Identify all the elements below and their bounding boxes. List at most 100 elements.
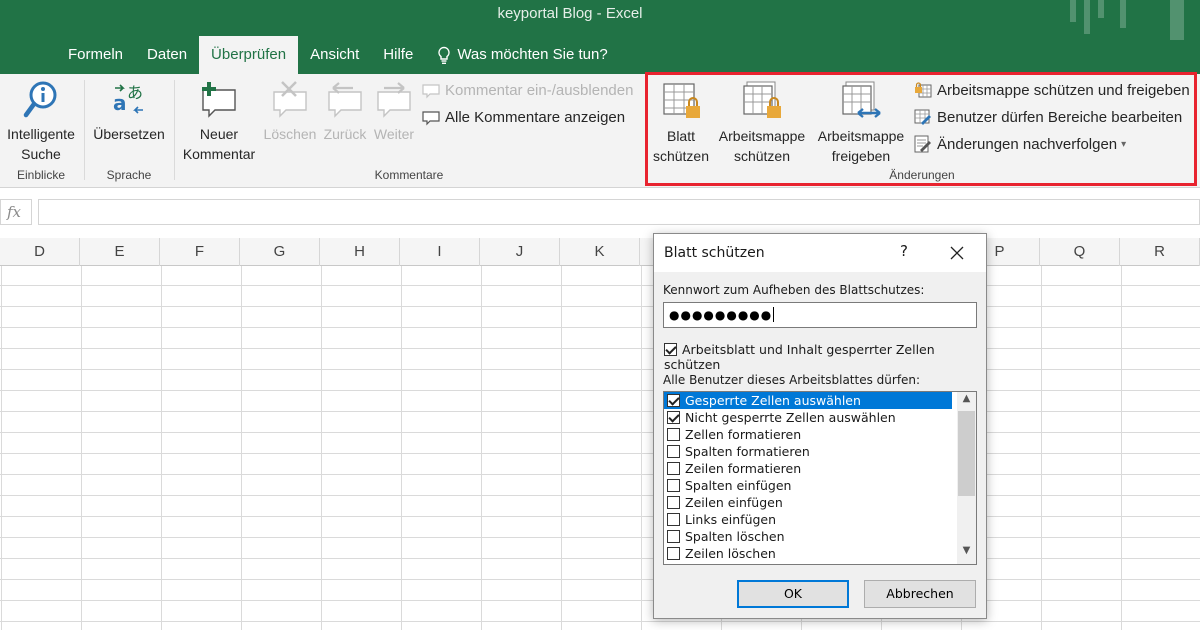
column-header[interactable]: D [0, 238, 80, 266]
tab-daten[interactable]: Daten [135, 36, 199, 74]
list-item-label: Nicht gesperrte Zellen auswählen [685, 410, 896, 425]
list-item[interactable]: Zeilen formatieren [664, 460, 952, 477]
scroll-down-icon[interactable]: ▼ [957, 545, 976, 562]
tab-ueberpruefen[interactable]: Überprüfen [199, 36, 299, 74]
translate-icon: a あ [113, 83, 143, 115]
checkbox[interactable] [667, 496, 680, 509]
fx-icon[interactable]: fx [0, 199, 32, 225]
dialog-title: Blatt schützen [664, 245, 765, 261]
group-label-kommentare: Kommentare [374, 168, 444, 182]
show-hide-comment-button[interactable]: Kommentar ein-/ausblenden [422, 82, 633, 99]
group-separator [174, 80, 175, 180]
protect-contents-checkbox[interactable]: Arbeitsblatt und Inhalt gesperrter Zelle… [664, 342, 986, 372]
list-item-label: Zeilen löschen [685, 546, 776, 561]
list-item[interactable]: Links einfügen [664, 511, 952, 528]
column-header[interactable]: K [560, 238, 640, 266]
text-cursor [773, 307, 775, 322]
delete-comment-button[interactable]: Löschen [260, 80, 320, 144]
list-item[interactable]: Gesperrte Zellen auswählen [664, 392, 952, 409]
list-item[interactable]: Nicht gesperrte Zellen auswählen [664, 409, 952, 426]
next-comment-button[interactable]: Weiter [370, 80, 418, 144]
column-header[interactable]: H [320, 238, 400, 266]
permissions-label: Alle Benutzer dieses Arbeitsblattes dürf… [663, 373, 921, 387]
translate-label: Übersetzen [93, 126, 165, 142]
list-item-label: Zeilen einfügen [685, 495, 783, 510]
window-title: keyportal Blog - Excel [497, 5, 643, 22]
formula-input[interactable] [38, 199, 1200, 225]
checkbox[interactable] [667, 411, 680, 424]
list-item-label: Links einfügen [685, 512, 777, 527]
protect-contents-label: Arbeitsblatt und Inhalt gesperrter Zelle… [664, 342, 935, 372]
new-comment-button[interactable]: Neuer Kommentar [178, 80, 260, 164]
checkbox[interactable] [667, 428, 680, 441]
column-header[interactable]: R [1120, 238, 1200, 266]
show-all-comments-button[interactable]: Alle Kommentare anzeigen [422, 109, 625, 126]
previous-comment-icon [328, 82, 362, 118]
cancel-button[interactable]: Abbrechen [864, 580, 976, 608]
next-comment-label: Weiter [373, 126, 415, 142]
permissions-list[interactable]: Gesperrte Zellen auswählen Nicht gesperr… [663, 391, 977, 565]
tell-me-label: Was möchten Sie tun? [457, 46, 608, 63]
new-comment-label-2: Kommentar [182, 146, 256, 162]
column-header[interactable]: G [240, 238, 320, 266]
scroll-up-icon[interactable]: ▲ [957, 393, 976, 410]
show-all-comments-label: Alle Kommentare anzeigen [445, 109, 626, 126]
list-item-label: Zellen formatieren [685, 427, 802, 442]
list-item-label: Gesperrte Zellen auswählen [685, 393, 861, 408]
tab-ansicht[interactable]: Ansicht [298, 36, 371, 74]
list-item-label: Spalten löschen [685, 529, 785, 544]
column-header[interactable]: J [480, 238, 560, 266]
list-item[interactable]: Zeilen einfügen [664, 494, 952, 511]
checkbox[interactable] [667, 530, 680, 543]
protect-sheet-dialog: Blatt schützen ? Kennwort zum Aufheben d… [653, 233, 987, 619]
group-separator [84, 80, 85, 180]
scrollbar-thumb[interactable] [958, 411, 975, 496]
tell-me-box[interactable]: Was möchten Sie tun? [425, 36, 619, 74]
scrollbar[interactable]: ▲ ▼ [957, 392, 976, 564]
previous-comment-button[interactable]: Zurück [320, 80, 370, 144]
tab-hilfe[interactable]: Hilfe [371, 36, 425, 74]
smart-lookup-button[interactable]: Intelligente Suche [2, 80, 80, 164]
password-label: Kennwort zum Aufheben des Blattschutzes: [663, 283, 925, 297]
formula-bar: fx [0, 198, 1200, 228]
translate-button[interactable]: a あ Übersetzen [88, 80, 170, 144]
next-comment-icon [377, 82, 411, 118]
checkbox[interactable] [667, 445, 680, 458]
new-comment-icon [202, 82, 236, 118]
lightbulb-icon [438, 46, 450, 64]
worksheet-grid[interactable] [0, 238, 1200, 630]
ok-button[interactable]: OK [737, 580, 849, 608]
smart-lookup-label-2: Suche [21, 146, 61, 162]
password-field[interactable]: ●●●●●●●●● [663, 302, 977, 328]
previous-comment-label: Zurück [323, 126, 367, 142]
checkbox[interactable] [667, 547, 680, 560]
help-button[interactable]: ? [894, 242, 914, 264]
column-header[interactable]: Q [1040, 238, 1120, 266]
title-bar: keyportal Blog - Excel Formeln Daten Übe… [0, 0, 1200, 74]
svg-text:a: a [113, 91, 127, 115]
highlight-frame [645, 72, 1197, 186]
checkbox[interactable] [667, 394, 680, 407]
column-header[interactable]: E [80, 238, 160, 266]
dialog-titlebar: Blatt schützen ? [654, 234, 986, 272]
column-header[interactable]: F [160, 238, 240, 266]
list-item[interactable]: Spalten löschen [664, 528, 952, 545]
smart-lookup-icon [23, 81, 57, 118]
delete-comment-label: Löschen [263, 126, 317, 142]
list-item-label: Spalten formatieren [685, 444, 810, 459]
column-headers: D E F G H I J K L M N O P Q R [0, 238, 1200, 266]
group-label-einblicke: Einblicke [16, 168, 66, 182]
new-comment-label-1: Neuer [199, 126, 239, 142]
list-item[interactable]: Spalten einfügen [664, 477, 952, 494]
delete-comment-icon [273, 81, 307, 118]
show-hide-comment-label: Kommentar ein-/ausblenden [445, 82, 634, 99]
column-header[interactable]: I [400, 238, 480, 266]
list-item[interactable]: Zeilen löschen [664, 545, 952, 562]
checkbox[interactable] [667, 513, 680, 526]
tab-formeln[interactable]: Formeln [56, 36, 135, 74]
close-icon[interactable] [944, 241, 970, 265]
checkbox[interactable] [667, 462, 680, 475]
list-item[interactable]: Spalten formatieren [664, 443, 952, 460]
list-item[interactable]: Zellen formatieren [664, 426, 952, 443]
checkbox[interactable] [667, 479, 680, 492]
